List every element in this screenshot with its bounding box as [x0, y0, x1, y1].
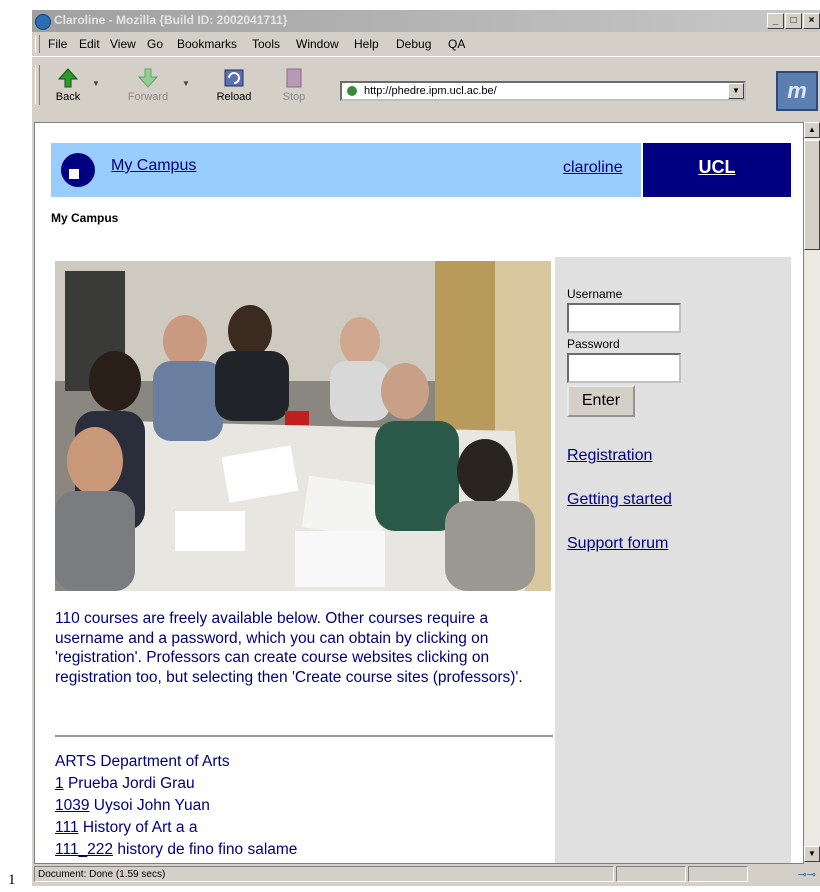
course-code-link[interactable]: 1: [55, 775, 64, 792]
menu-edit[interactable]: Edit: [79, 37, 100, 51]
navigation-toolbar: Back ▼ Forward ▼ Reload Stop http://phed…: [32, 56, 820, 123]
vertical-scrollbar[interactable]: ▲ ▼: [804, 122, 820, 862]
students-photo: [55, 261, 551, 591]
user-cell: claroline: [559, 143, 641, 197]
reload-label: Reload: [216, 91, 252, 103]
page-number: 1: [8, 872, 16, 888]
menu-grip[interactable]: [35, 35, 40, 53]
username-input[interactable]: [567, 303, 681, 333]
mozilla-icon: [35, 14, 51, 30]
status-bar: Document: Done (1.59 secs) ⊸⊸: [32, 864, 820, 886]
course-title: history de fino fino salame: [117, 841, 298, 858]
status-cell: [688, 866, 748, 882]
intro-text: 110 courses are freely available below. …: [55, 610, 523, 686]
window-title: Claroline - Mozilla {Build ID: 200204171…: [54, 13, 288, 27]
forward-label: Forward: [127, 91, 169, 103]
page-icon: [347, 86, 357, 96]
course-item: 1039 Uysoi John Yuan: [55, 797, 210, 815]
menu-debug[interactable]: Debug: [396, 37, 431, 51]
title-bar: Claroline - Mozilla {Build ID: 200204171…: [32, 10, 820, 32]
getting-started-link[interactable]: Getting started: [567, 491, 672, 509]
course-title: History of Art a a: [82, 819, 198, 836]
forward-button[interactable]: Forward: [118, 67, 178, 103]
url-bar[interactable]: http://phedre.ipm.ucl.ac.be/ ▼: [340, 81, 746, 101]
back-arrow-icon: [57, 68, 79, 88]
login-sidebar: Username Password Enter Registration Get…: [559, 257, 791, 863]
menu-help[interactable]: Help: [354, 37, 379, 51]
ucl-link[interactable]: UCL: [643, 157, 791, 178]
stop-label: Stop: [282, 91, 306, 103]
ucl-cell: UCL: [643, 143, 791, 197]
scroll-up-icon[interactable]: ▲: [804, 122, 820, 138]
back-label: Back: [55, 91, 81, 103]
menu-qa[interactable]: QA: [448, 37, 465, 51]
course-item: 1 Prueba Jordi Grau: [55, 775, 195, 793]
main-block: 110 courses are freely available below. …: [51, 257, 791, 863]
my-campus-link[interactable]: My Campus: [111, 157, 196, 175]
online-status-icon[interactable]: ⊸⊸: [798, 868, 816, 881]
left-column: 110 courses are freely available below. …: [51, 257, 555, 863]
menu-view[interactable]: View: [110, 37, 136, 51]
course-code-link[interactable]: 111_222: [55, 841, 113, 858]
forward-dropdown-icon[interactable]: ▼: [182, 79, 190, 88]
maximize-button[interactable]: □: [785, 13, 802, 29]
menu-go[interactable]: Go: [147, 37, 163, 51]
course-code-link[interactable]: 1039: [55, 797, 89, 814]
course-title: Uysoi John Yuan: [93, 797, 210, 814]
back-dropdown-icon[interactable]: ▼: [92, 79, 100, 88]
username-label: Username: [567, 287, 623, 301]
mozilla-brand-button[interactable]: m: [776, 71, 818, 111]
menu-file[interactable]: File: [48, 37, 67, 51]
back-button[interactable]: Back: [38, 67, 98, 103]
campus-header: My Campus: [51, 143, 559, 197]
campus-logo-icon: [61, 153, 95, 187]
course-code-link[interactable]: 111: [55, 819, 79, 836]
minimize-button[interactable]: _: [767, 13, 784, 29]
claroline-link[interactable]: claroline: [563, 159, 623, 177]
close-button[interactable]: ×: [803, 13, 820, 29]
scroll-thumb[interactable]: [804, 140, 820, 250]
department-heading: ARTS Department of Arts: [55, 753, 230, 770]
reload-icon: [224, 69, 244, 87]
course-item: 111_222 history de fino fino salame: [55, 841, 297, 859]
divider: [55, 735, 553, 737]
url-text[interactable]: http://phedre.ipm.ucl.ac.be/: [364, 85, 497, 97]
url-dropdown-icon[interactable]: ▼: [728, 83, 744, 99]
status-cell: [616, 866, 686, 882]
menu-bar: File Edit View Go Bookmarks Tools Window…: [32, 33, 820, 55]
course-title: Prueba Jordi Grau: [67, 775, 195, 792]
password-input[interactable]: [567, 353, 681, 383]
forward-arrow-icon: [137, 68, 159, 88]
menu-window[interactable]: Window: [296, 37, 339, 51]
registration-link[interactable]: Registration: [567, 447, 652, 465]
status-text: Document: Done (1.59 secs): [34, 866, 614, 882]
window-controls: _ □ ×: [767, 13, 820, 29]
course-item: 111 History of Art a a: [55, 819, 197, 837]
page-content: My Campus claroline UCL My Campus 110 co…: [34, 122, 804, 864]
password-label: Password: [567, 337, 620, 351]
reload-button[interactable]: Reload: [204, 67, 264, 103]
breadcrumb: My Campus: [51, 211, 119, 225]
browser-window: Claroline - Mozilla {Build ID: 200204171…: [32, 10, 820, 886]
enter-button[interactable]: Enter: [567, 385, 635, 417]
menu-bookmarks[interactable]: Bookmarks: [177, 37, 237, 51]
stop-button[interactable]: Stop: [264, 67, 324, 103]
scroll-down-icon[interactable]: ▼: [804, 846, 820, 862]
menu-tools[interactable]: Tools: [252, 37, 280, 51]
stop-icon: [286, 68, 302, 88]
support-forum-link[interactable]: Support forum: [567, 535, 668, 553]
